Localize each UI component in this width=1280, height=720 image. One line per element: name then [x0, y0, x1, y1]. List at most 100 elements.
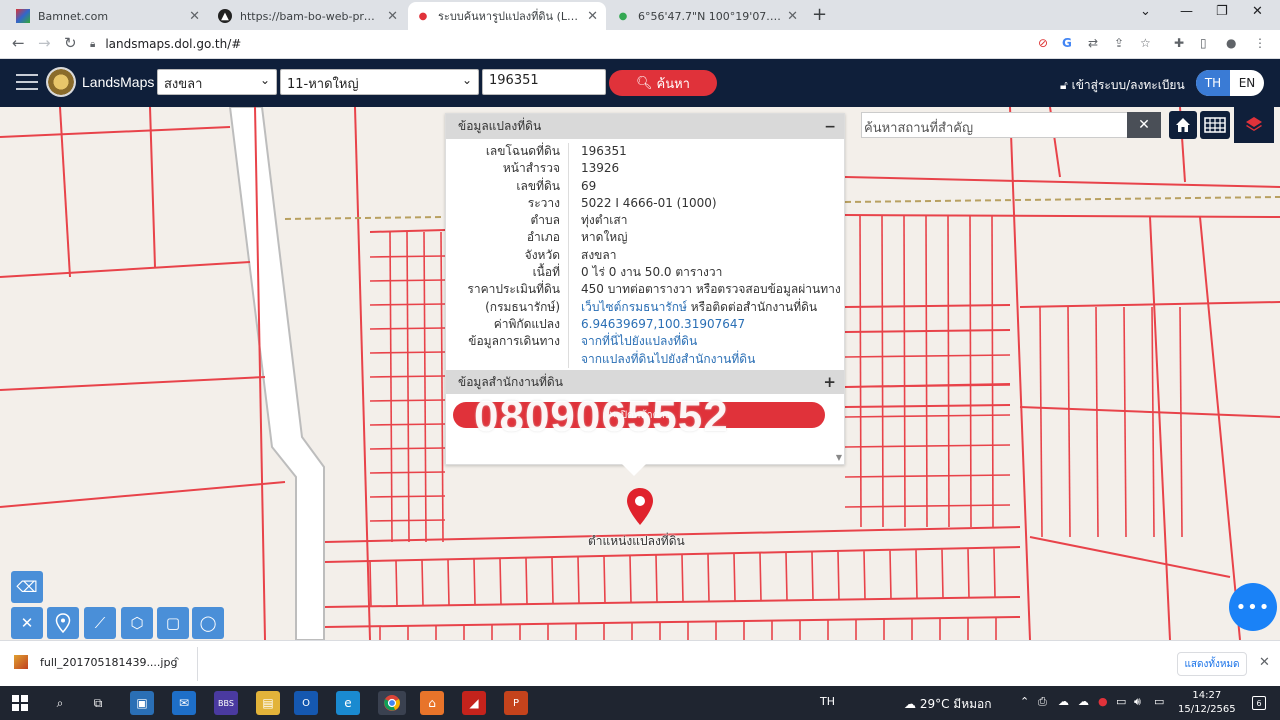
onedrive-icon[interactable]: ☁: [1058, 695, 1069, 708]
weather-widget[interactable]: ☁ 29°C มีหมอก: [904, 695, 992, 714]
home-button[interactable]: [1169, 111, 1197, 139]
more-options-button[interactable]: •••: [1229, 583, 1277, 631]
scroll-down-icon[interactable]: ▼: [836, 453, 842, 462]
system-clock[interactable]: 14:27 15/12/2565: [1178, 689, 1236, 717]
bookmark-star-icon[interactable]: ☆: [1140, 36, 1151, 50]
tab-search-icon[interactable]: ⌄: [1140, 4, 1151, 19]
office-panel-header[interactable]: ข้อมูลสำนักงานที่ดิน +: [446, 370, 844, 394]
coordinates-link[interactable]: 6.94639697,100.31907647: [569, 316, 745, 333]
browser-tab[interactable]: ● 6°56'47.7"N 100°19'07.7"E - Goo ✕: [608, 2, 806, 30]
reload-icon[interactable]: ↻: [64, 34, 77, 52]
volume-icon[interactable]: 🔊︎: [1134, 695, 1141, 709]
directions-to-office-link[interactable]: จากแปลงที่ดินไปยังสำนักงานที่ดิน: [569, 351, 755, 368]
tray-chevron-icon[interactable]: ⌃: [1020, 695, 1029, 708]
point-tool-button[interactable]: [47, 607, 79, 639]
search-icon[interactable]: ⌕: [48, 691, 72, 715]
maximize-icon[interactable]: ❐: [1216, 4, 1228, 19]
new-tab-icon[interactable]: +: [812, 4, 827, 25]
security-icon[interactable]: ●: [1098, 695, 1108, 708]
polygon-tool-button[interactable]: ⬡: [121, 607, 153, 639]
province-select[interactable]: สงขลา ⌄: [157, 69, 277, 95]
store-icon[interactable]: ▣: [130, 691, 154, 715]
outlook-icon[interactable]: O: [294, 691, 318, 715]
close-tab-icon[interactable]: ✕: [587, 9, 598, 24]
browser-tab-active[interactable]: ● ระบบค้นหารูปแปลงที่ดิน (LandsMaps) ✕: [408, 2, 606, 30]
input-language[interactable]: TH: [820, 695, 835, 708]
parcel-boundary: [369, 303, 446, 306]
mail-icon[interactable]: ✉: [172, 691, 196, 715]
info-value: 5022 I 4666-01 (1000): [581, 195, 717, 210]
grid-icon: [1204, 117, 1226, 133]
close-window-icon[interactable]: ✕: [1252, 4, 1263, 19]
home-app-icon[interactable]: ⌂: [420, 691, 444, 715]
parcel-boundary: [369, 423, 446, 426]
chrome-menu-icon[interactable]: ⋮: [1254, 36, 1266, 50]
layers-button[interactable]: [1234, 107, 1274, 143]
browser-tab[interactable]: Bamnet.com ✕: [8, 2, 208, 30]
parcel-boundary: [1039, 306, 1043, 538]
district-select[interactable]: 11-หาดใหญ่ ⌄: [280, 69, 479, 95]
notification-center-icon[interactable]: 6: [1252, 696, 1266, 710]
expand-icon[interactable]: +: [823, 373, 836, 391]
treasury-website-link[interactable]: เว็บไซต์กรมธนารักษ์: [581, 300, 687, 314]
side-panel-icon[interactable]: ▯: [1200, 36, 1207, 50]
share-icon[interactable]: ⇪: [1114, 36, 1124, 50]
clear-search-button[interactable]: ✕: [1127, 112, 1161, 138]
parcel-boundary: [837, 551, 840, 600]
lang-th-button[interactable]: TH: [1196, 70, 1230, 96]
chevron-up-icon[interactable]: ⌃: [172, 655, 181, 668]
bamnet-favicon-icon: [16, 9, 30, 23]
show-all-button[interactable]: แสดงทั้งหมด: [1177, 652, 1247, 676]
parcel-panel-header[interactable]: ข้อมูลแปลงที่ดิน −: [446, 114, 844, 139]
polygon-icon: ⬡: [130, 614, 144, 632]
minimize-icon[interactable]: —: [1180, 4, 1193, 19]
login-link[interactable]: 🔓︎ เข้าสู่ระบบ/ลงทะเบียน: [1060, 76, 1185, 95]
close-download-bar-icon[interactable]: ✕: [1259, 655, 1270, 670]
tab-title: https://bam-bo-web-prd.bam.co.: [240, 9, 382, 23]
blocked-icon[interactable]: ⊘: [1038, 36, 1048, 50]
bbs-app-icon[interactable]: BBS: [214, 691, 238, 715]
circle-tool-button[interactable]: ◯: [192, 607, 224, 639]
edge-icon[interactable]: e: [336, 691, 360, 715]
directions-to-parcel-link[interactable]: จากที่นี่ไปยังแปลงที่ดิน: [569, 333, 697, 350]
chrome-taskbar-icon[interactable]: [378, 691, 406, 715]
windows-start-icon[interactable]: [8, 691, 32, 715]
close-tab-icon[interactable]: ✕: [787, 9, 798, 24]
powerpoint-icon[interactable]: P: [504, 691, 528, 715]
search-button[interactable]: 🔍︎ ค้นหา: [609, 70, 717, 96]
network-icon[interactable]: ▭: [1116, 695, 1126, 708]
grid-button[interactable]: [1200, 111, 1230, 139]
download-item[interactable]: full_201705181439....jpg: [14, 655, 177, 669]
lang-en-button[interactable]: EN: [1230, 70, 1264, 96]
info-key: [446, 350, 569, 368]
pdf-reader-icon[interactable]: ◢: [462, 691, 486, 715]
deed-number-input[interactable]: 196351: [482, 69, 606, 95]
parcel-boundary: [369, 561, 372, 607]
close-tab-icon[interactable]: ✕: [387, 9, 398, 24]
omnibox[interactable]: 🔒︎ landsmaps.dol.go.th/#: [90, 33, 1030, 55]
line-tool-button[interactable]: ⟋: [84, 607, 116, 639]
back-icon[interactable]: ←: [12, 34, 25, 52]
rectangle-tool-button[interactable]: ▢: [157, 607, 189, 639]
image-file-icon: [14, 655, 28, 669]
place-search-input[interactable]: ค้นหาสถานที่สำคัญ: [861, 112, 1128, 138]
forward-icon[interactable]: →: [38, 34, 51, 52]
cloud-sync-icon[interactable]: ☁: [1078, 695, 1089, 708]
translate-icon[interactable]: ⇄: [1088, 36, 1098, 50]
windows-logo-icon: [12, 695, 28, 711]
close-tab-icon[interactable]: ✕: [189, 9, 200, 24]
file-explorer-icon[interactable]: ▤: [256, 691, 280, 715]
extensions-icon[interactable]: ✚: [1174, 36, 1184, 50]
google-icon[interactable]: G: [1062, 36, 1072, 50]
eraser-tool-button[interactable]: ⌫: [11, 571, 43, 603]
printer-icon[interactable]: ⎙: [1038, 695, 1047, 709]
measure-tool-button[interactable]: ✕: [11, 607, 43, 639]
collapse-icon[interactable]: −: [824, 119, 836, 135]
hamburger-menu-icon[interactable]: [16, 74, 38, 92]
parcel-marker[interactable]: [625, 487, 655, 527]
task-view-icon[interactable]: ⧉: [86, 691, 110, 715]
parcel-boundary: [369, 447, 446, 450]
battery-icon[interactable]: ▭: [1154, 695, 1164, 708]
profile-icon[interactable]: ●: [1226, 36, 1236, 50]
browser-tab[interactable]: ▲ https://bam-bo-web-prd.bam.co. ✕: [210, 2, 406, 30]
